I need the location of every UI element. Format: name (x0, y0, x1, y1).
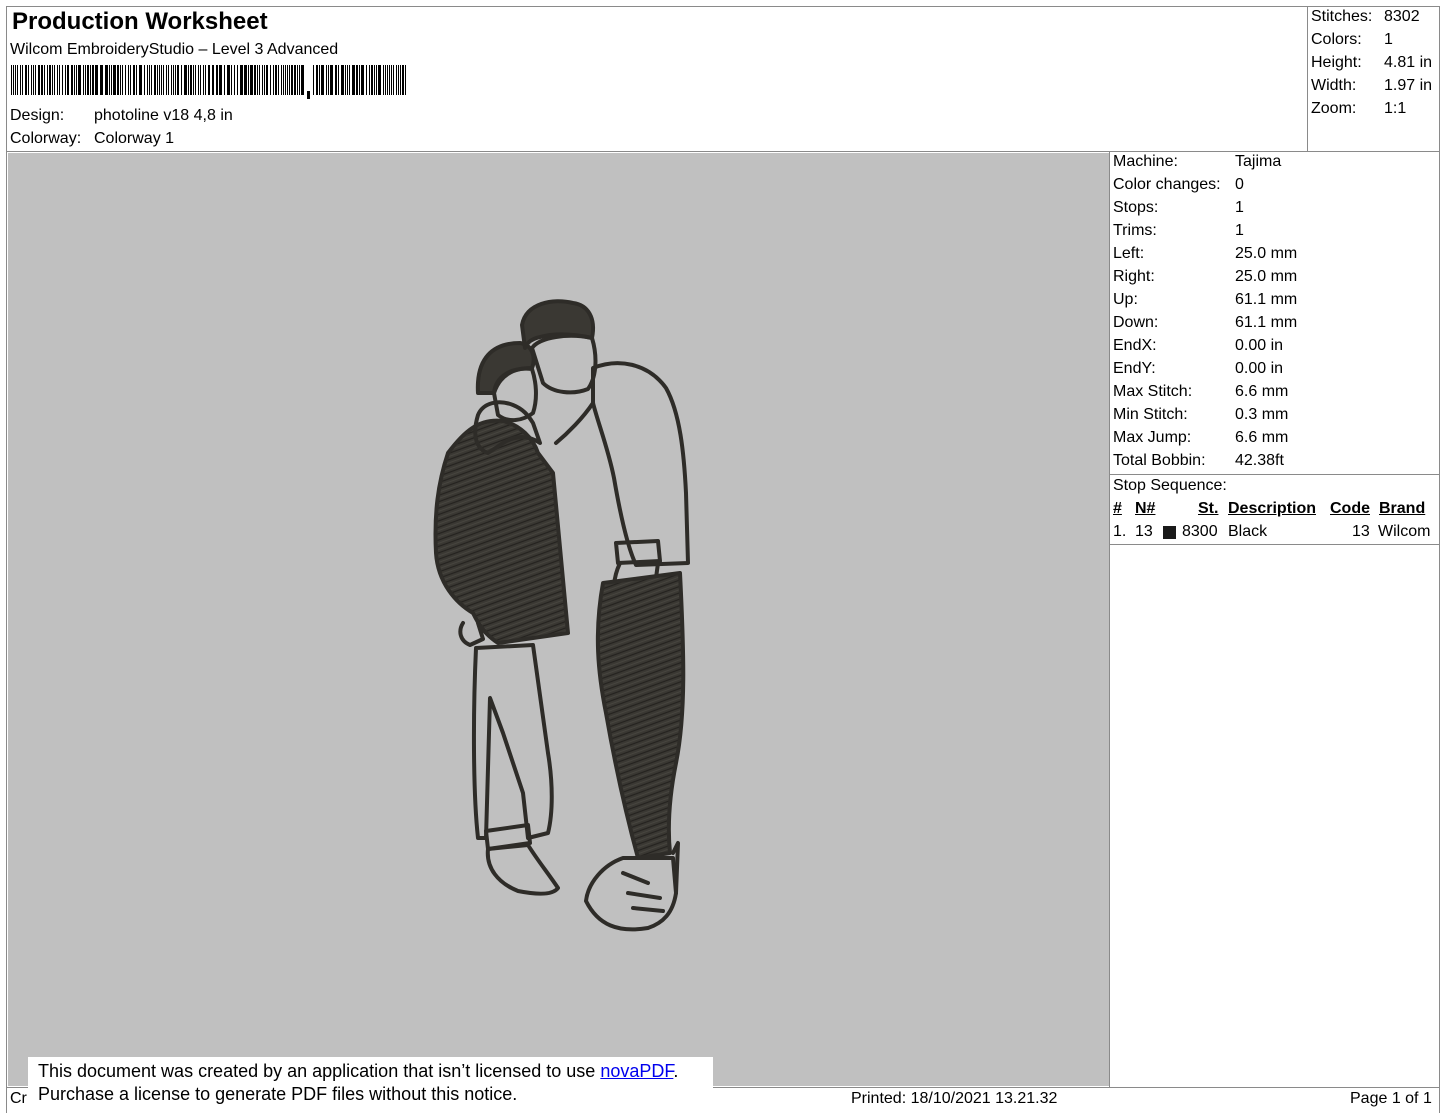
embroidery-design-image (433, 299, 690, 932)
software-name: Wilcom EmbroideryStudio – Level 3 Advanc… (10, 41, 339, 58)
col-header-description: Description (1228, 500, 1317, 517)
info-left: Left: 25.0 mm (1113, 245, 1298, 262)
footer-fragment: Cr (10, 1090, 27, 1107)
info-color-changes: Color changes: 0 (1113, 176, 1244, 193)
summary-divider (1307, 6, 1308, 152)
printed-date: Printed: 18/10/2021 13.21.32 (851, 1090, 1058, 1107)
summary-colors: Colors: 1 (1311, 31, 1393, 48)
info-stops: Stops: 1 (1113, 199, 1244, 216)
info-divider (1109, 474, 1440, 475)
sequence-divider (1109, 544, 1440, 545)
row-description: Black (1228, 523, 1268, 540)
info-max-jump: Max Jump: 6.6 mm (1113, 429, 1289, 446)
row-stitches: 8300 (1182, 523, 1218, 540)
col-header-brand: Brand (1379, 500, 1426, 517)
design-label: Design: (10, 107, 65, 124)
frame-right-border (1439, 6, 1440, 1113)
row-index: 1. (1113, 523, 1127, 540)
info-machine: Machine: Tajima (1113, 153, 1282, 170)
row-code: 13 (1352, 523, 1370, 540)
info-down: Down: 61.1 mm (1113, 314, 1298, 331)
info-trims: Trims: 1 (1113, 222, 1244, 239)
stop-sequence-title: Stop Sequence: (1113, 477, 1227, 494)
worksheet-title: Production Worksheet (12, 8, 268, 35)
colorway-label: Colorway: (10, 130, 82, 147)
summary-zoom: Zoom: 1:1 (1311, 100, 1407, 117)
col-header-code: Code (1330, 500, 1370, 517)
info-min-stitch: Min Stitch: 0.3 mm (1113, 406, 1289, 423)
novapdf-link[interactable]: novaPDF (600, 1061, 673, 1081)
notice-line-2: Purchase a license to generate PDF files… (38, 1084, 518, 1104)
summary-stitches: Stitches: 8302 (1311, 8, 1420, 25)
design-canvas (8, 153, 1109, 1086)
notice-line-1: This document was created by an applicat… (38, 1061, 679, 1081)
frame-left-border (6, 6, 7, 1113)
col-header-stitches: St. (1198, 500, 1219, 517)
sidebar-divider (1109, 151, 1110, 1088)
stop-sequence-table: # N# St. Description Code Brand 1. 13 83… (1113, 500, 1437, 544)
frame-top-border (6, 6, 1440, 7)
colorway-value: Colorway 1 (94, 130, 175, 147)
info-endx: EndX: 0.00 in (1113, 337, 1284, 354)
col-header-needle: N# (1135, 500, 1156, 517)
color-swatch (1163, 526, 1176, 539)
info-total-bobbin: Total Bobbin: 42.38ft (1113, 452, 1284, 469)
row-brand: Wilcom (1378, 523, 1431, 540)
info-up: Up: 61.1 mm (1113, 291, 1298, 308)
row-needle: 13 (1135, 523, 1153, 540)
info-right: Right: 25.0 mm (1113, 268, 1298, 285)
design-row: Design: (10, 107, 64, 125)
header-divider (6, 151, 1440, 152)
summary-height: Height: 4.81 in (1311, 54, 1433, 71)
info-max-stitch: Max Stitch: 6.6 mm (1113, 383, 1289, 400)
col-header-index: # (1113, 500, 1122, 517)
barcode-image (11, 65, 406, 99)
design-value: photoline v18 4,8 in (94, 107, 233, 124)
info-endy: EndY: 0.00 in (1113, 360, 1284, 377)
summary-width: Width: 1.97 in (1311, 77, 1433, 94)
page-number: Page 1 of 1 (1350, 1090, 1432, 1107)
license-notice: This document was created by an applicat… (28, 1057, 713, 1111)
